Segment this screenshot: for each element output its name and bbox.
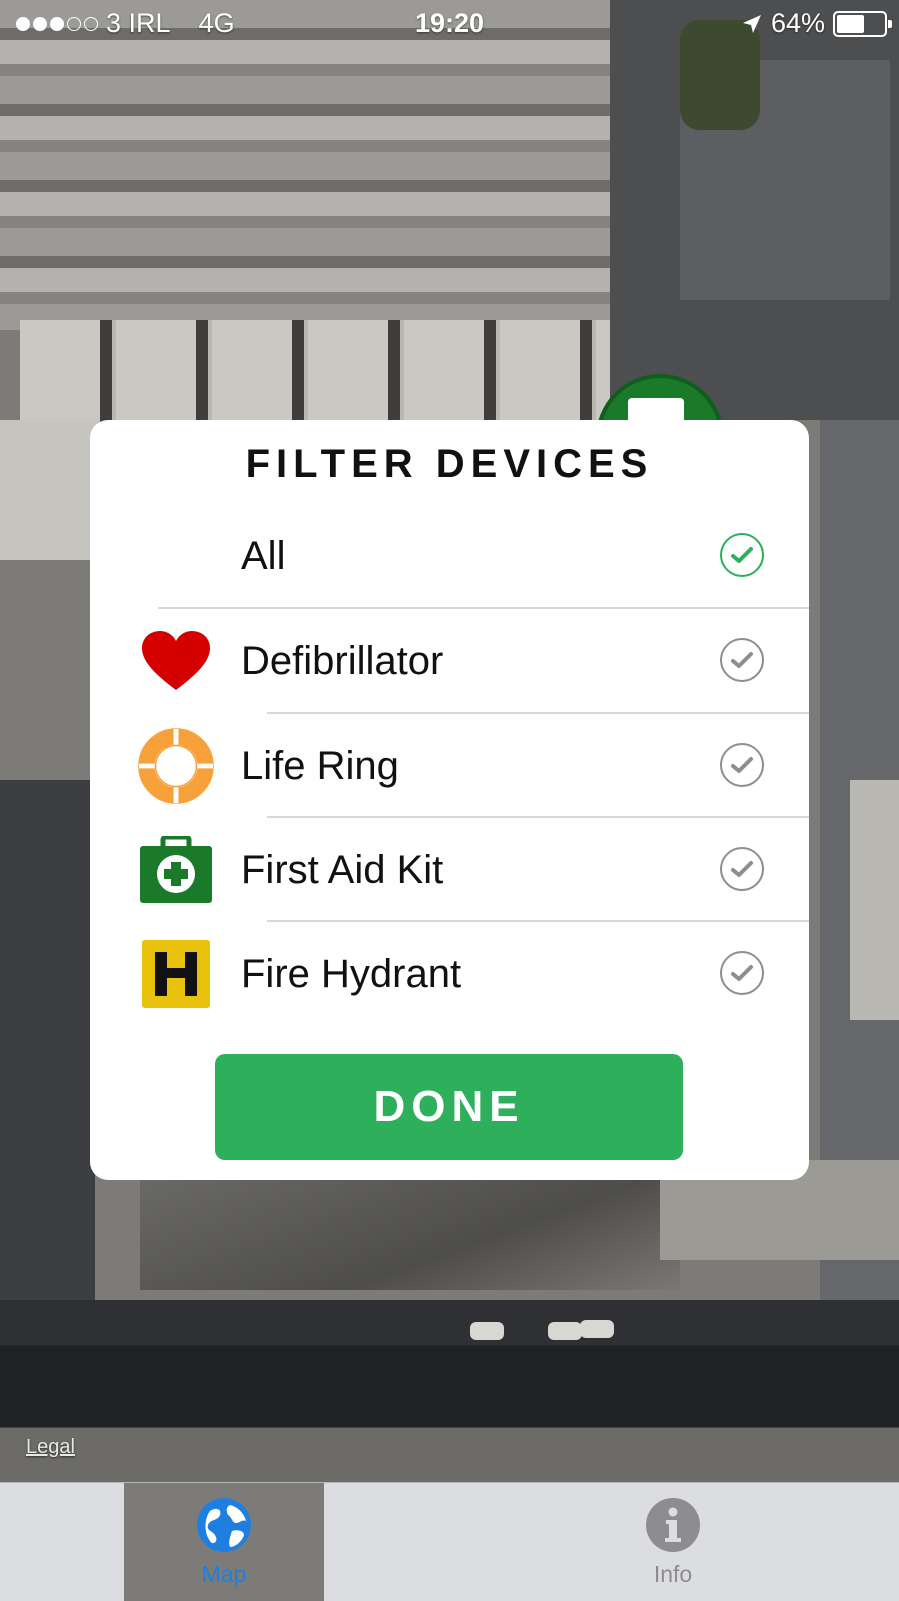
filter-option-label: Defibrillator (241, 639, 444, 683)
tab-info[interactable]: Info (573, 1483, 773, 1601)
fire-hydrant-icon (138, 940, 214, 1008)
map-car (580, 1320, 614, 1338)
status-right: 64% (741, 8, 892, 39)
map-building (0, 780, 95, 1340)
map-street (0, 1300, 899, 1482)
map-building (140, 1180, 680, 1290)
filter-option-life-ring[interactable]: Life Ring (90, 714, 809, 818)
globe-icon (197, 1498, 251, 1552)
filter-option-defibrillator[interactable]: Defibrillator (90, 609, 809, 713)
battery-percent: 64% (770, 8, 825, 38)
filter-option-label: Fire Hydrant (241, 952, 462, 996)
filter-devices-dialog: FILTER DEVICES All Defibrillator Life Ri… (90, 420, 809, 1180)
tab-label: Info (653, 1561, 693, 1587)
checkmark-icon[interactable] (720, 638, 764, 682)
location-arrow-icon (742, 14, 761, 33)
checkmark-icon[interactable] (720, 951, 764, 995)
map-building (850, 780, 899, 1020)
tab-label: Map (201, 1561, 247, 1587)
done-button[interactable]: DONE (215, 1054, 683, 1160)
checkmark-icon[interactable] (720, 847, 764, 891)
battery-level (837, 14, 864, 33)
filter-option-label: Life Ring (241, 744, 399, 788)
info-icon (646, 1498, 700, 1552)
tab-bar: Map Info (0, 1482, 899, 1601)
filter-option-label: First Aid Kit (241, 848, 444, 892)
status-bar: 3 IRL 4G 19:20 64% (0, 0, 899, 48)
legal-link[interactable]: Legal (26, 1436, 75, 1459)
dialog-title: FILTER DEVICES (245, 442, 654, 486)
battery-icon (833, 10, 892, 37)
heart-icon (138, 627, 214, 695)
filter-option-label: All (241, 534, 286, 578)
filter-option-all[interactable]: All (90, 504, 809, 608)
checkmark-icon[interactable] (720, 533, 764, 577)
first-aid-kit-icon (138, 836, 214, 904)
map-car (548, 1322, 582, 1340)
filter-option-first-aid-kit[interactable]: First Aid Kit (90, 818, 809, 922)
map-building (0, 0, 660, 330)
tab-map[interactable]: Map (124, 1483, 324, 1601)
checkmark-icon[interactable] (720, 743, 764, 787)
life-ring-icon (138, 728, 214, 804)
filter-option-fire-hydrant[interactable]: Fire Hydrant (90, 922, 809, 1026)
map-car (470, 1322, 504, 1340)
map-building (0, 420, 100, 560)
map-building (20, 320, 660, 430)
